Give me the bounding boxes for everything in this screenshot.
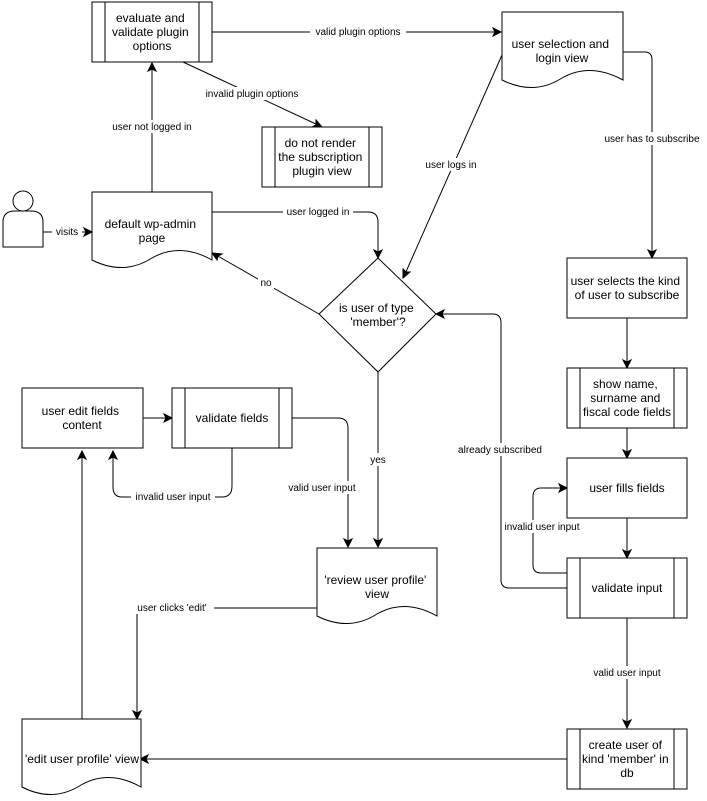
node-validate-fields[interactable]: validate fields: [171, 387, 293, 449]
svg-text:show name, surname and: show name, surname and fiscal code field…: [583, 377, 671, 419]
node-user-selection-login-view[interactable]: user selection and login view: [501, 11, 624, 89]
edge-user-not-logged-in: user not logged in: [104, 61, 200, 192]
node-text-line: kind 'member' in: [582, 752, 669, 766]
edge-edit-fields-to-validate-fields: [143, 412, 174, 424]
node-text-line: user edit fields: [42, 404, 119, 418]
node-text-line: content: [62, 418, 102, 432]
edge-label-no: no: [260, 278, 272, 289]
edge-yes: yes: [366, 372, 390, 549]
edge-label-invalid-user-input-right: invalid user input: [504, 522, 579, 533]
node-text-line: options: [133, 39, 172, 53]
node-text-line: view: [365, 587, 389, 601]
edge-create-user-to-edit-profile: [138, 753, 567, 765]
edge-label-yes: yes: [370, 455, 386, 466]
node-text-line: is user of type: [339, 301, 414, 315]
node-text-line: show name,: [593, 377, 658, 391]
node-show-fields[interactable]: show name, surname and fiscal code field…: [566, 367, 688, 429]
edge-label-valid-plugin-options: valid plugin options: [315, 27, 400, 38]
node-text-line: login view: [536, 51, 589, 65]
edge-user-logged-in: user logged in: [212, 205, 384, 260]
edge-show-fields-to-user-fills: [621, 428, 633, 460]
edge-visits: visits: [43, 225, 94, 238]
node-edit-user-profile-view[interactable]: 'edit user profile' view: [21, 718, 142, 796]
node-text-line: surname and: [590, 391, 660, 405]
edge-selects-to-show-fields: [621, 318, 633, 370]
node-text-line: user fills fields: [589, 481, 664, 495]
edge-label-invalid-user-input-left: invalid user input: [135, 492, 210, 503]
edge-label-already-subscribed: already subscribed: [458, 445, 542, 456]
node-text-line: evaluate and: [116, 11, 185, 25]
edge-invalid-plugin-options: invalid plugin options: [182, 61, 324, 128]
edge-label-valid-user-input-left: valid user input: [288, 483, 355, 494]
node-user-selects-kind[interactable]: user selects the kind of user to subscri…: [566, 257, 688, 319]
node-text-line: 'edit user profile' view: [25, 752, 139, 766]
edge-valid-user-input-right: valid user input: [587, 618, 667, 730]
node-text-line: user selection and: [512, 37, 609, 51]
node-user-edit-fields-content[interactable]: user edit fields content: [21, 387, 144, 449]
edge-already-subscribed: already subscribed: [434, 308, 567, 589]
node-text-line: do not render: [285, 136, 356, 150]
edge-edit-profile-to-user-edit-fields: [76, 449, 88, 719]
edge-user-logs-in: user logs in: [402, 54, 503, 280]
node-do-not-render[interactable]: do not render the subscription plugin vi…: [261, 126, 383, 188]
edge-valid-user-input-left: valid user input: [284, 417, 360, 549]
edge-label-user-has-to-subscribe: user has to subscribe: [604, 134, 699, 145]
node-text-line: plugin view: [292, 164, 352, 178]
user-actor-icon: [2, 190, 44, 248]
node-create-user-in-db[interactable]: create user of kind 'member' in db: [566, 728, 688, 790]
node-text-line: validate input: [592, 581, 663, 595]
edge-label-valid-user-input-right: valid user input: [593, 668, 660, 679]
node-text-line: validate plugin: [112, 25, 189, 39]
node-text-line: user selects the kind: [571, 274, 680, 288]
node-text-line: page: [139, 231, 166, 245]
node-default-wp-admin-page[interactable]: default wp-admin page: [91, 191, 213, 269]
node-text-line: db: [620, 766, 634, 780]
svg-text:user fills fields: user fills fields: [589, 481, 664, 495]
node-text-line: the subscription: [278, 150, 362, 164]
node-text-line: create user of: [589, 738, 663, 752]
node-text-line: validate fields: [196, 411, 269, 425]
svg-text:user selects the kind: user selects the kind of user to subscri…: [571, 274, 684, 302]
edge-label-visits: visits: [56, 227, 78, 238]
edge-no: no: [210, 252, 320, 315]
node-evaluate-plugin-options[interactable]: evaluate and validate plugin options: [91, 1, 213, 63]
flowchart-canvas: visits user not logged in valid plugin o…: [2, 1, 707, 796]
svg-text:'edit user profile' view: 'edit user profile' view: [25, 752, 139, 766]
edge-label-user-logs-in: user logs in: [425, 160, 476, 171]
edge-user-fills-to-validate-input: [621, 518, 633, 560]
svg-text:validate input: validate input: [592, 581, 663, 595]
node-is-member-decision[interactable]: is user of type 'member'?: [318, 257, 437, 373]
node-text-line: fiscal code fields: [583, 405, 671, 419]
edge-label-user-clicks-edit: user clicks 'edit': [137, 603, 206, 614]
node-text-line: 'member'?: [350, 315, 406, 329]
node-review-user-profile-view[interactable]: 'review user profile' view: [316, 547, 438, 625]
edge-user-has-to-subscribe: user has to subscribe: [597, 51, 707, 260]
svg-text:is user of type 'membe: is user of type 'member'?: [339, 301, 417, 329]
node-text-line: default wp-admin: [105, 217, 196, 231]
node-validate-input[interactable]: validate input: [566, 557, 688, 619]
edge-label-invalid-plugin-options: invalid plugin options: [206, 89, 299, 100]
node-user-fills-fields[interactable]: user fills fields: [566, 457, 688, 519]
node-text-line: 'review user profile': [324, 573, 426, 587]
svg-text:validate fields: validate fields: [196, 411, 269, 425]
edge-label-user-logged-in: user logged in: [287, 207, 350, 218]
edge-invalid-user-input-left: invalid user input: [107, 448, 233, 503]
edge-user-clicks-edit: user clicks 'edit': [130, 601, 317, 721]
edge-valid-plugin-options: valid plugin options: [212, 25, 503, 38]
edge-label-user-not-logged-in: user not logged in: [112, 122, 192, 133]
node-text-line: of user to subscribe: [575, 288, 680, 302]
